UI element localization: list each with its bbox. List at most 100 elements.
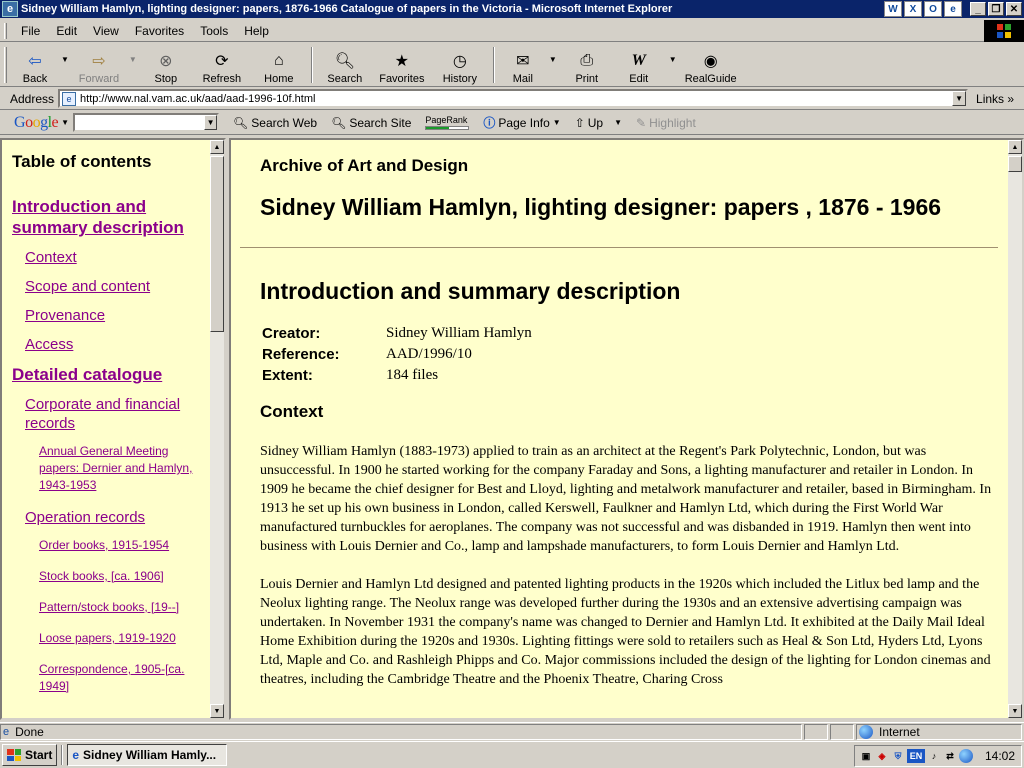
favorites-button[interactable]: ★ Favorites xyxy=(371,45,433,85)
restore-button[interactable]: ❐ xyxy=(988,2,1004,16)
search-web-icon: 🔍︎ xyxy=(233,115,249,130)
search-web-button[interactable]: 🔍︎ Search Web xyxy=(233,116,317,130)
toc-link[interactable]: Corporate and financial records xyxy=(25,395,208,433)
taskbar-ie-window[interactable]: e Sidney William Hamly... xyxy=(67,744,228,766)
address-url[interactable]: http://www.nal.vam.ac.uk/aad/aad-1996-10… xyxy=(80,93,952,105)
edit-dropdown-icon[interactable]: ▼ xyxy=(669,55,677,64)
realguide-icon: ◉ xyxy=(703,52,718,70)
stop-button[interactable]: ⊗ Stop xyxy=(141,45,191,85)
close-button[interactable]: ✕ xyxy=(1006,2,1022,16)
creator-value: Sidney William Hamlyn xyxy=(386,325,532,341)
antivirus-icon[interactable]: ◈ xyxy=(875,749,889,763)
window-controls: _ ❐ ✕ xyxy=(968,2,1022,16)
up-folder-icon: ⇧ xyxy=(574,115,585,130)
menu-tools[interactable]: Tools xyxy=(192,24,236,38)
document-scroll-thumb[interactable] xyxy=(1008,156,1022,172)
up-button[interactable]: ⇧ Up ▼ xyxy=(575,116,622,130)
menu-help[interactable]: Help xyxy=(236,24,277,38)
language-indicator[interactable]: EN xyxy=(906,749,925,763)
summary-table: Creator: Sidney William Hamlyn Reference… xyxy=(260,323,532,386)
home-button[interactable]: ⌂ Home xyxy=(253,45,305,85)
extent-key: Extent: xyxy=(262,367,313,384)
scroll-up-icon[interactable]: ▲ xyxy=(1008,140,1022,154)
word-icon[interactable]: W xyxy=(884,1,902,17)
document-scrollbar[interactable]: ▲ ▼ xyxy=(1008,140,1022,718)
section-title: Introduction and summary description xyxy=(260,278,681,304)
toc-link[interactable]: Introduction and summary description xyxy=(12,196,208,238)
google-search-dropdown-icon[interactable]: ▼ xyxy=(204,115,218,130)
up-dropdown-icon[interactable]: ▼ xyxy=(614,118,622,127)
toc-link[interactable]: Context xyxy=(25,248,208,267)
address-input[interactable]: e http://www.nal.vam.ac.uk/aad/aad-1996-… xyxy=(58,89,969,108)
windows-logo-icon xyxy=(984,20,1024,42)
search-site-icon: 🔍︎ xyxy=(331,115,347,130)
scroll-down-icon[interactable]: ▼ xyxy=(1008,704,1022,718)
back-button[interactable]: ⇦ Back xyxy=(13,45,57,85)
google-search-input[interactable]: ▼ xyxy=(73,113,220,132)
network-icon[interactable]: ⇄ xyxy=(943,749,957,763)
menu-edit[interactable]: Edit xyxy=(48,24,85,38)
monitor-icon[interactable]: ▣ xyxy=(859,749,873,763)
refresh-button[interactable]: ⟳ Refresh xyxy=(191,45,253,85)
toc-link[interactable]: Loose papers, 1919-1920 xyxy=(39,630,208,647)
edit-button[interactable]: W Edit xyxy=(613,45,665,85)
start-button[interactable]: Start xyxy=(2,744,58,766)
search-web-label: Search Web xyxy=(251,115,318,130)
highlighter-icon: ✎ xyxy=(636,115,647,130)
windows-flag-icon xyxy=(7,749,21,761)
toc-link[interactable]: Operation records xyxy=(25,508,208,527)
toc-link[interactable]: Provenance xyxy=(25,306,208,325)
toc-link[interactable]: Correspondence, 1905-[ca. 1949] xyxy=(39,661,208,695)
toc-link[interactable]: Pattern/stock books, [19--] xyxy=(39,599,208,616)
forward-dropdown-icon[interactable]: ▼ xyxy=(129,55,137,64)
toc-scrollbar[interactable]: ▲ ▼ xyxy=(210,140,224,718)
toc-link[interactable]: Access xyxy=(25,335,208,354)
search-site-button[interactable]: 🔍︎ Search Site xyxy=(331,116,411,130)
refresh-label: Refresh xyxy=(202,72,242,85)
status-empty-cell xyxy=(830,723,854,740)
menu-file[interactable]: File xyxy=(13,24,48,38)
toc-link[interactable]: Detailed catalogue xyxy=(12,364,208,385)
favorites-folder-icon: ★ xyxy=(394,52,410,70)
search-label: Search xyxy=(327,72,363,85)
history-button[interactable]: ◷ History xyxy=(433,45,487,85)
up-label: Up xyxy=(587,115,604,130)
table-row: Extent: 184 files xyxy=(260,365,532,386)
ie-quicklaunch-icon[interactable]: e xyxy=(944,1,962,17)
scroll-up-icon[interactable]: ▲ xyxy=(210,140,224,154)
page-info-dropdown-icon[interactable]: ▼ xyxy=(553,118,561,127)
mail-dropdown-icon[interactable]: ▼ xyxy=(549,55,557,64)
security-zone[interactable]: Internet xyxy=(856,723,1022,740)
menu-view[interactable]: View xyxy=(85,24,127,38)
internet-globe-icon[interactable] xyxy=(958,749,973,763)
menu-favorites[interactable]: Favorites xyxy=(127,24,192,38)
shield-icon[interactable]: ⛨ xyxy=(891,749,905,763)
realguide-button[interactable]: ◉ RealGuide xyxy=(681,45,741,85)
minimize-button[interactable]: _ xyxy=(970,2,986,16)
page-info-button[interactable]: ⓘ Page Info ▼ xyxy=(483,114,560,131)
speaker-icon[interactable]: ♪ xyxy=(927,749,941,763)
google-menu-dropdown-icon[interactable]: ▼ xyxy=(61,118,69,127)
back-dropdown-icon[interactable]: ▼ xyxy=(61,55,69,64)
links-button[interactable]: Links » xyxy=(976,92,1014,106)
print-button[interactable]: ⎙ Print xyxy=(561,45,613,85)
info-icon: ⓘ xyxy=(483,116,496,130)
excel-icon[interactable]: X xyxy=(904,1,922,17)
toc-link[interactable]: Scope and content xyxy=(25,277,208,296)
mail-button[interactable]: ✉ Mail xyxy=(501,45,545,85)
toc-scroll-thumb[interactable] xyxy=(210,156,224,332)
toc-link[interactable]: Order books, 1915-1954 xyxy=(39,537,208,554)
outlook-icon[interactable]: O xyxy=(924,1,942,17)
toolbar-grip[interactable] xyxy=(4,46,7,83)
scroll-down-icon[interactable]: ▼ xyxy=(210,704,224,718)
google-logo[interactable]: Google xyxy=(14,114,59,132)
address-dropdown-icon[interactable]: ▼ xyxy=(952,91,967,106)
toc-link[interactable]: Annual General Meeting papers: Dernier a… xyxy=(39,443,208,494)
highlight-button[interactable]: ✎ Highlight xyxy=(636,116,696,130)
pagerank-indicator[interactable]: PageRank xyxy=(425,115,470,130)
forward-button[interactable]: ⇨ Forward xyxy=(73,45,125,85)
search-button[interactable]: 🔍︎ Search xyxy=(319,45,371,85)
menu-grip[interactable] xyxy=(4,22,7,39)
history-label: History xyxy=(442,72,477,85)
toc-link[interactable]: Stock books, [ca. 1906] xyxy=(39,568,208,585)
